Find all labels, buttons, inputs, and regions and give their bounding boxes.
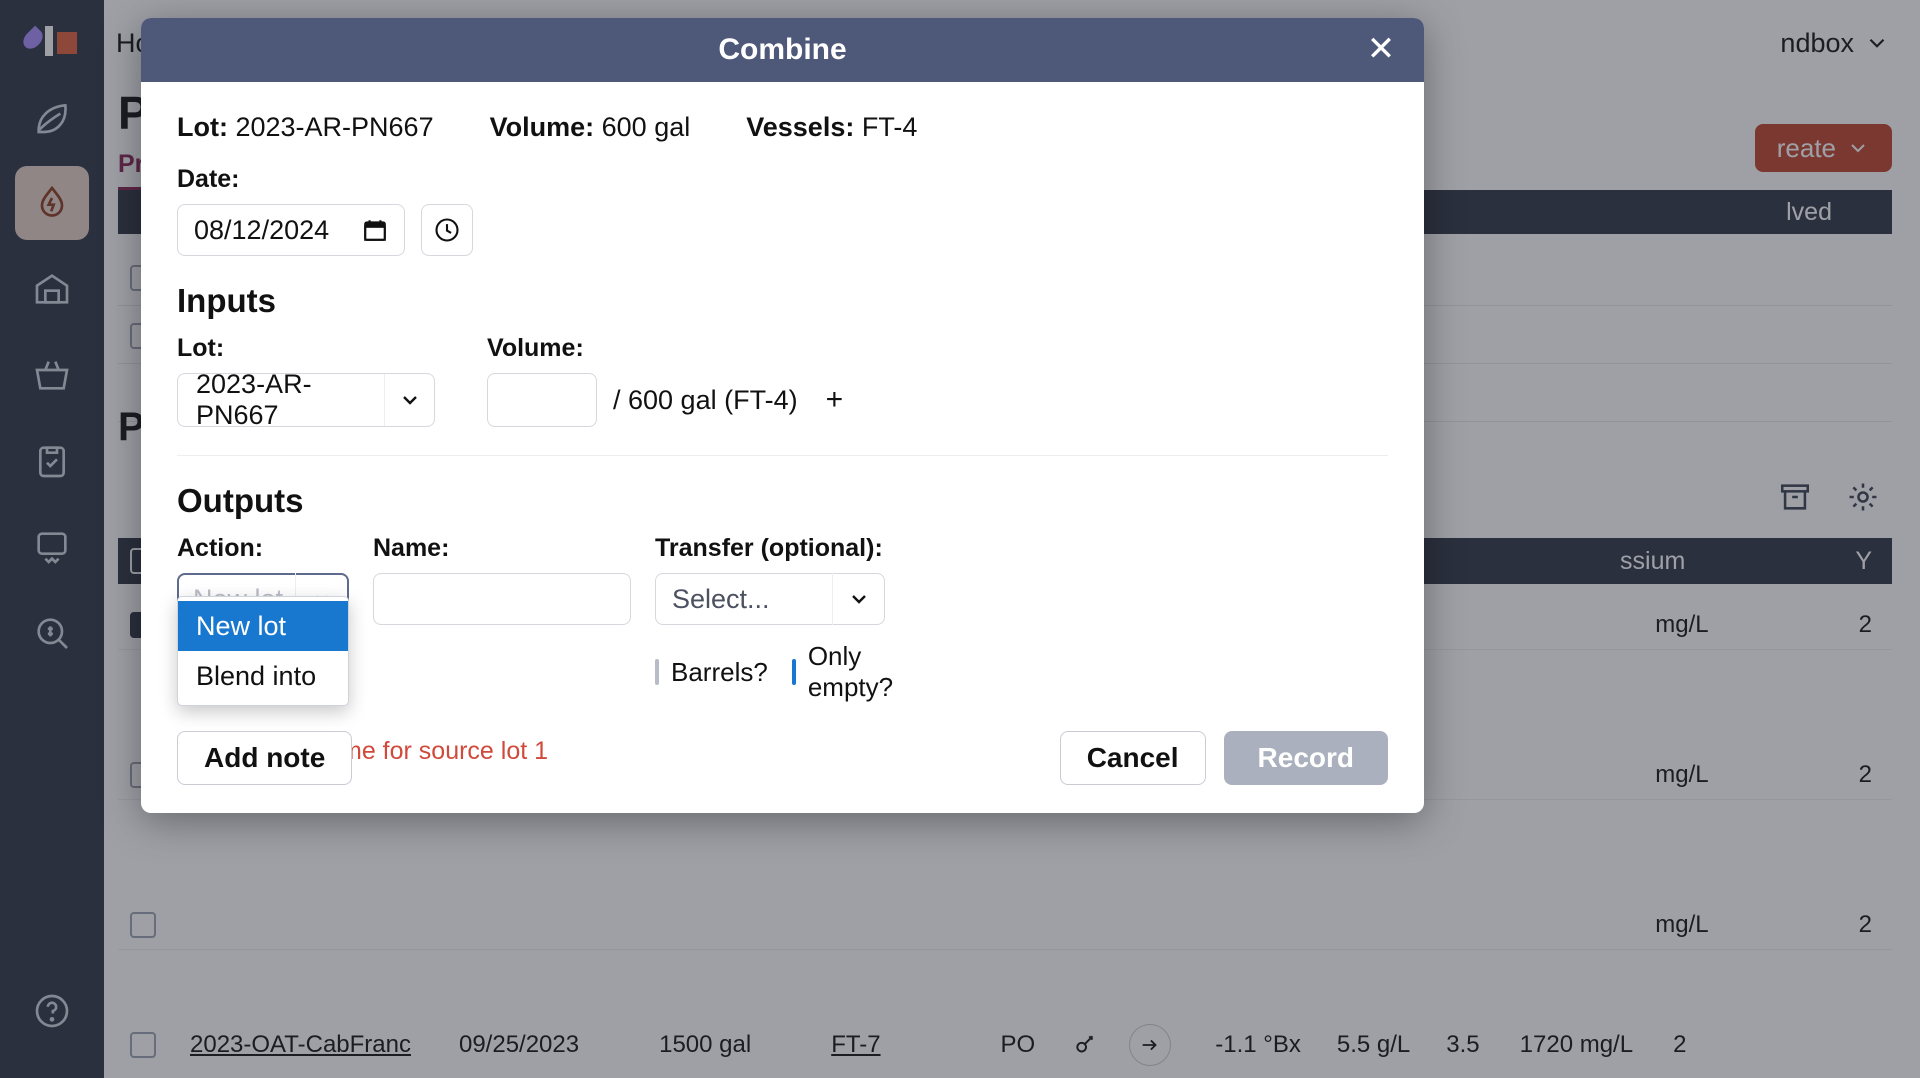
input-capacity-text: / 600 gal (FT-4) (613, 384, 798, 415)
calendar-icon[interactable] (362, 217, 388, 243)
date-label: Date: (177, 165, 240, 193)
modal-header: Combine ✕ (141, 18, 1424, 82)
input-lot-value: 2023-AR-PN667 (196, 369, 312, 430)
summary-volume-value: 600 gal (601, 112, 691, 142)
time-button[interactable] (421, 204, 473, 256)
summary-vessels-label: Vessels: (746, 112, 855, 142)
only-empty-checkbox[interactable] (791, 659, 796, 685)
date-input-value: 08/12/2024 (194, 214, 330, 245)
section-divider (177, 455, 1388, 456)
barrels-checkbox[interactable] (655, 659, 659, 685)
chevron-down-icon[interactable] (384, 374, 434, 426)
date-row: 08/12/2024 (177, 204, 1388, 256)
date-input[interactable]: 08/12/2024 (177, 204, 405, 256)
footer-actions: Cancel Record (1059, 731, 1388, 785)
summary-vessels: Vessels: FT-4 (746, 112, 917, 143)
output-transfer-select[interactable]: Select... (655, 573, 885, 625)
summary-lot-value: 2023-AR-PN667 (235, 112, 434, 142)
dropdown-option-blend-into[interactable]: Blend into (178, 651, 348, 701)
cancel-button[interactable]: Cancel (1059, 731, 1206, 785)
input-lot-select[interactable]: 2023-AR-PN667 (177, 369, 435, 430)
combine-modal: Combine ✕ Lot: 2023-AR-PN667 Volume: 600… (141, 18, 1424, 813)
input-lot-field: Lot: 2023-AR-PN667 (177, 334, 435, 430)
input-volume-field: Volume: / 600 gal (FT-4) + (487, 334, 843, 427)
chevron-down-icon[interactable] (832, 573, 884, 625)
output-transfer-value: Select... (672, 583, 770, 614)
record-button[interactable]: Record (1223, 731, 1388, 785)
output-action-field: Action: New lot New lot Blend into (177, 534, 349, 706)
modal-title: Combine (718, 33, 847, 66)
dropdown-option-new-lot[interactable]: New lot (178, 601, 348, 651)
add-note-button[interactable]: Add note (177, 731, 353, 785)
modal-footer: Add note Cancel Record (141, 703, 1424, 813)
transfer-options-row: Barrels? Only empty? (655, 641, 893, 703)
output-transfer-field: Transfer (optional): Select... Barrels? … (655, 534, 893, 703)
inputs-heading: Inputs (177, 282, 276, 319)
input-volume-label: Volume: (487, 334, 584, 362)
inputs-row: Lot: 2023-AR-PN667 Volume: / 600 gal (FT… (177, 334, 1388, 430)
summary-lot-label: Lot: (177, 112, 228, 142)
output-action-dropdown[interactable]: New lot Blend into (177, 596, 349, 706)
output-action-label: Action: (177, 534, 264, 562)
input-volume-row: / 600 gal (FT-4) + (487, 373, 843, 427)
clock-icon (435, 218, 459, 242)
output-name-field: Name: (373, 534, 631, 625)
outputs-heading: Outputs (177, 482, 304, 519)
output-name-label: Name: (373, 534, 450, 562)
summary-vessels-value: FT-4 (861, 112, 918, 142)
summary-lot: Lot: 2023-AR-PN667 (177, 112, 434, 143)
only-empty-label: Only empty? (807, 641, 894, 702)
summary-volume: Volume: 600 gal (490, 112, 691, 143)
outputs-row: Action: New lot New lot Blend into Name:… (177, 534, 1388, 706)
input-volume-textbox[interactable] (487, 373, 597, 427)
plus-icon[interactable]: + (826, 383, 844, 417)
barrels-label: Barrels? (671, 656, 768, 687)
lot-summary: Lot: 2023-AR-PN667 Volume: 600 gal Vesse… (177, 112, 1388, 143)
output-transfer-label: Transfer (optional): (655, 534, 883, 562)
summary-volume-label: Volume: (489, 112, 595, 142)
output-name-input[interactable] (373, 573, 631, 625)
input-lot-label: Lot: (177, 334, 225, 362)
close-icon[interactable]: ✕ (1364, 32, 1398, 68)
